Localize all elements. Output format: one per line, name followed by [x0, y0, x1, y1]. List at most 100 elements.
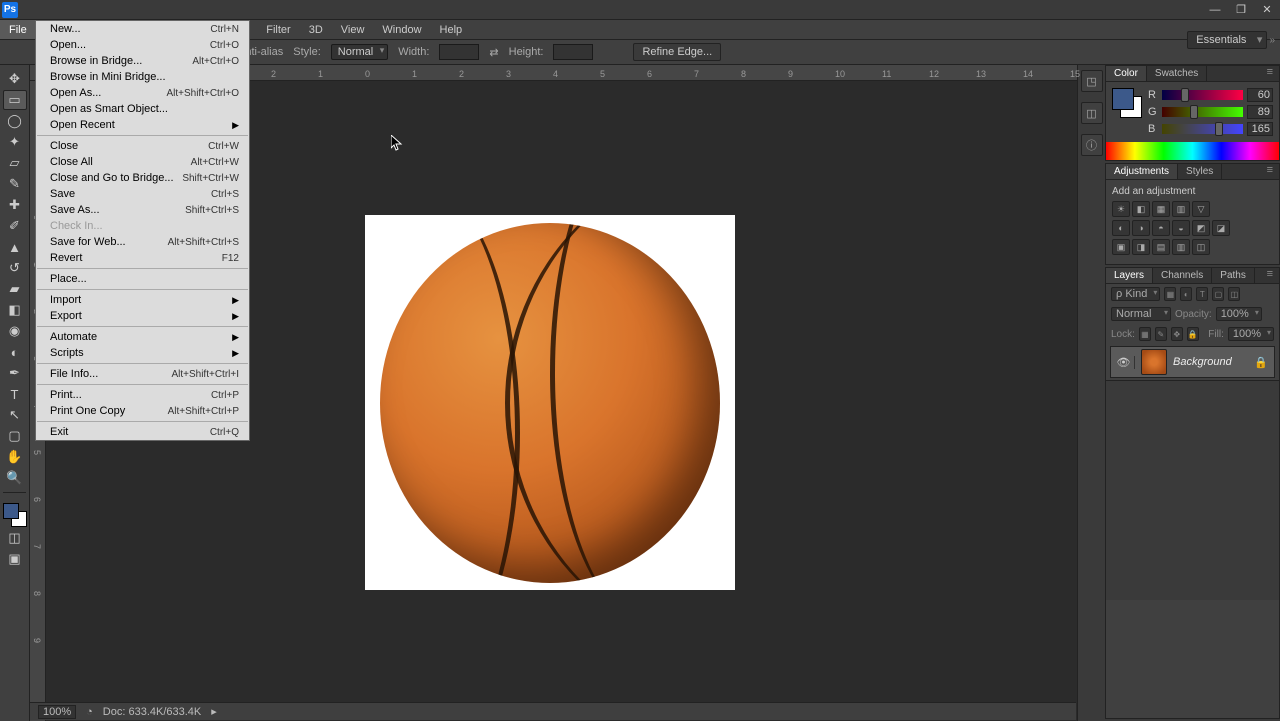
filter-pixel[interactable]: ▦ [1164, 287, 1176, 301]
adjustment-icon[interactable]: ▽ [1192, 201, 1210, 217]
adjustment-icon[interactable]: ◧ [1132, 201, 1150, 217]
file-menu-scripts[interactable]: Scripts▶ [36, 345, 249, 361]
adjustment-icon[interactable]: ▥ [1172, 201, 1190, 217]
file-menu-open-as---[interactable]: Open As...Alt+Shift+Ctrl+O [36, 85, 249, 101]
panel-menu-icon[interactable]: ≡ [1261, 66, 1279, 81]
filter-type[interactable]: T [1196, 287, 1208, 301]
adjustment-icon[interactable]: ◫ [1192, 239, 1210, 255]
tab-styles[interactable]: Styles [1178, 164, 1222, 179]
width-input[interactable] [439, 44, 479, 60]
history-panel-icon[interactable]: ◳ [1081, 70, 1103, 92]
file-menu-save[interactable]: SaveCtrl+S [36, 186, 249, 202]
adjustment-icon[interactable]: ◓ [1152, 220, 1170, 236]
eyedropper-tool[interactable]: ✎ [3, 174, 27, 194]
adjustment-icon[interactable]: ◨ [1132, 239, 1150, 255]
healing-brush-tool[interactable]: ✚ [3, 195, 27, 215]
crop-tool[interactable]: ▱ [3, 153, 27, 173]
file-menu-open-recent[interactable]: Open Recent▶ [36, 117, 249, 133]
menu-file[interactable]: File [0, 20, 36, 39]
tab-channels[interactable]: Channels [1153, 268, 1212, 283]
quick-mask-tool[interactable]: ◫ [3, 528, 27, 548]
color-slider-r[interactable]: R60 [1148, 88, 1273, 102]
adjustment-icon[interactable]: ▥ [1172, 239, 1190, 255]
path-selection-tool[interactable]: ↖ [3, 405, 27, 425]
tab-adjustments[interactable]: Adjustments [1106, 164, 1178, 179]
adjustment-icon[interactable]: ◒ [1172, 220, 1190, 236]
panel-menu-icon[interactable]: ≡ [1261, 164, 1279, 179]
layer-row-background[interactable]: 👁 Background 🔒 [1110, 346, 1275, 378]
file-menu-close-all[interactable]: Close AllAlt+Ctrl+W [36, 154, 249, 170]
tab-paths[interactable]: Paths [1212, 268, 1255, 283]
zoom-tool[interactable]: 🔍 [3, 468, 27, 488]
file-menu-print---[interactable]: Print...Ctrl+P [36, 387, 249, 403]
panel-menu-icon[interactable]: ≡ [1261, 268, 1279, 283]
menu-filter[interactable]: Filter [257, 20, 299, 39]
adjustment-icon[interactable]: ☀ [1112, 201, 1130, 217]
file-menu-exit[interactable]: ExitCtrl+Q [36, 424, 249, 440]
history-brush-tool[interactable]: ↺ [3, 258, 27, 278]
filter-shape[interactable]: ▢ [1212, 287, 1224, 301]
color-swatch-tool[interactable] [3, 503, 27, 527]
menu-window[interactable]: Window [373, 20, 430, 39]
menu-view[interactable]: View [332, 20, 374, 39]
file-menu-automate[interactable]: Automate▶ [36, 329, 249, 345]
adjustment-icon[interactable]: ◐ [1112, 220, 1130, 236]
style-select[interactable]: Normal [331, 44, 388, 60]
filter-smart[interactable]: ◫ [1228, 287, 1240, 301]
minimize-button[interactable]: — [1202, 1, 1228, 19]
lock-image[interactable]: ✎ [1155, 327, 1167, 341]
file-menu-browse-in-bridge---[interactable]: Browse in Bridge...Alt+Ctrl+O [36, 53, 249, 69]
file-menu-export[interactable]: Export▶ [36, 308, 249, 324]
lock-position[interactable]: ✥ [1171, 327, 1183, 341]
color-slider-g[interactable]: G89 [1148, 105, 1273, 119]
blur-tool[interactable]: ◉ [3, 321, 27, 341]
properties-panel-icon[interactable]: ◫ [1081, 102, 1103, 124]
magic-wand-tool[interactable]: ✦ [3, 132, 27, 152]
file-menu-close-and-go-to-bridge---[interactable]: Close and Go to Bridge...Shift+Ctrl+W [36, 170, 249, 186]
channel-value[interactable]: 89 [1247, 105, 1273, 119]
menu-3d[interactable]: 3D [300, 20, 332, 39]
file-menu-close[interactable]: CloseCtrl+W [36, 138, 249, 154]
adjustment-icon[interactable]: ◪ [1212, 220, 1230, 236]
pen-tool[interactable]: ✒ [3, 363, 27, 383]
color-spectrum[interactable] [1106, 142, 1279, 160]
layer-name-label[interactable]: Background [1173, 356, 1254, 368]
swap-icon[interactable]: ⇄ [489, 46, 498, 59]
move-tool[interactable]: ✥ [3, 69, 27, 89]
file-menu-save-as---[interactable]: Save As...Shift+Ctrl+S [36, 202, 249, 218]
dodge-tool[interactable]: ◐ [3, 342, 27, 362]
lasso-tool[interactable]: ◯ [3, 111, 27, 131]
opacity-select[interactable]: 100% [1216, 307, 1262, 321]
eraser-tool[interactable]: ▰ [3, 279, 27, 299]
rectangle-tool[interactable]: ▢ [3, 426, 27, 446]
fill-select[interactable]: 100% [1228, 327, 1274, 341]
type-tool[interactable]: T [3, 384, 27, 404]
adjustment-icon[interactable]: ▣ [1112, 239, 1130, 255]
workspace-switcher[interactable]: Essentials [1187, 31, 1267, 49]
document-canvas[interactable] [365, 215, 735, 590]
file-menu-revert[interactable]: RevertF12 [36, 250, 249, 266]
gradient-tool[interactable]: ◧ [3, 300, 27, 320]
brush-tool[interactable]: ✐ [3, 216, 27, 236]
adjustment-icon[interactable]: ▦ [1152, 201, 1170, 217]
color-slider-b[interactable]: B165 [1148, 122, 1273, 136]
tab-color[interactable]: Color [1106, 66, 1147, 81]
hand-tool[interactable]: ✋ [3, 447, 27, 467]
screen-mode-tool[interactable]: ▣ [3, 549, 27, 569]
zoom-icon[interactable]: ◔ [86, 706, 93, 718]
file-menu-new---[interactable]: New...Ctrl+N [36, 21, 249, 37]
tab-layers[interactable]: Layers [1106, 268, 1153, 283]
maximize-button[interactable]: ❐ [1228, 1, 1254, 19]
menu-help[interactable]: Help [431, 20, 472, 39]
height-input[interactable] [553, 44, 593, 60]
clone-stamp-tool[interactable]: ▲ [3, 237, 27, 257]
refine-edge-button[interactable]: Refine Edge... [633, 43, 721, 61]
blend-mode-select[interactable]: Normal [1111, 307, 1171, 321]
file-menu-place---[interactable]: Place... [36, 271, 249, 287]
filter-kind-select[interactable]: ρ Kind [1111, 287, 1160, 301]
lock-transparency[interactable]: ▦ [1139, 327, 1151, 341]
marquee-tool[interactable]: ▭ [3, 90, 27, 110]
file-menu-print-one-copy[interactable]: Print One CopyAlt+Shift+Ctrl+P [36, 403, 249, 419]
adjustment-icon[interactable]: ▤ [1152, 239, 1170, 255]
file-menu-browse-in-mini-bridge---[interactable]: Browse in Mini Bridge... [36, 69, 249, 85]
